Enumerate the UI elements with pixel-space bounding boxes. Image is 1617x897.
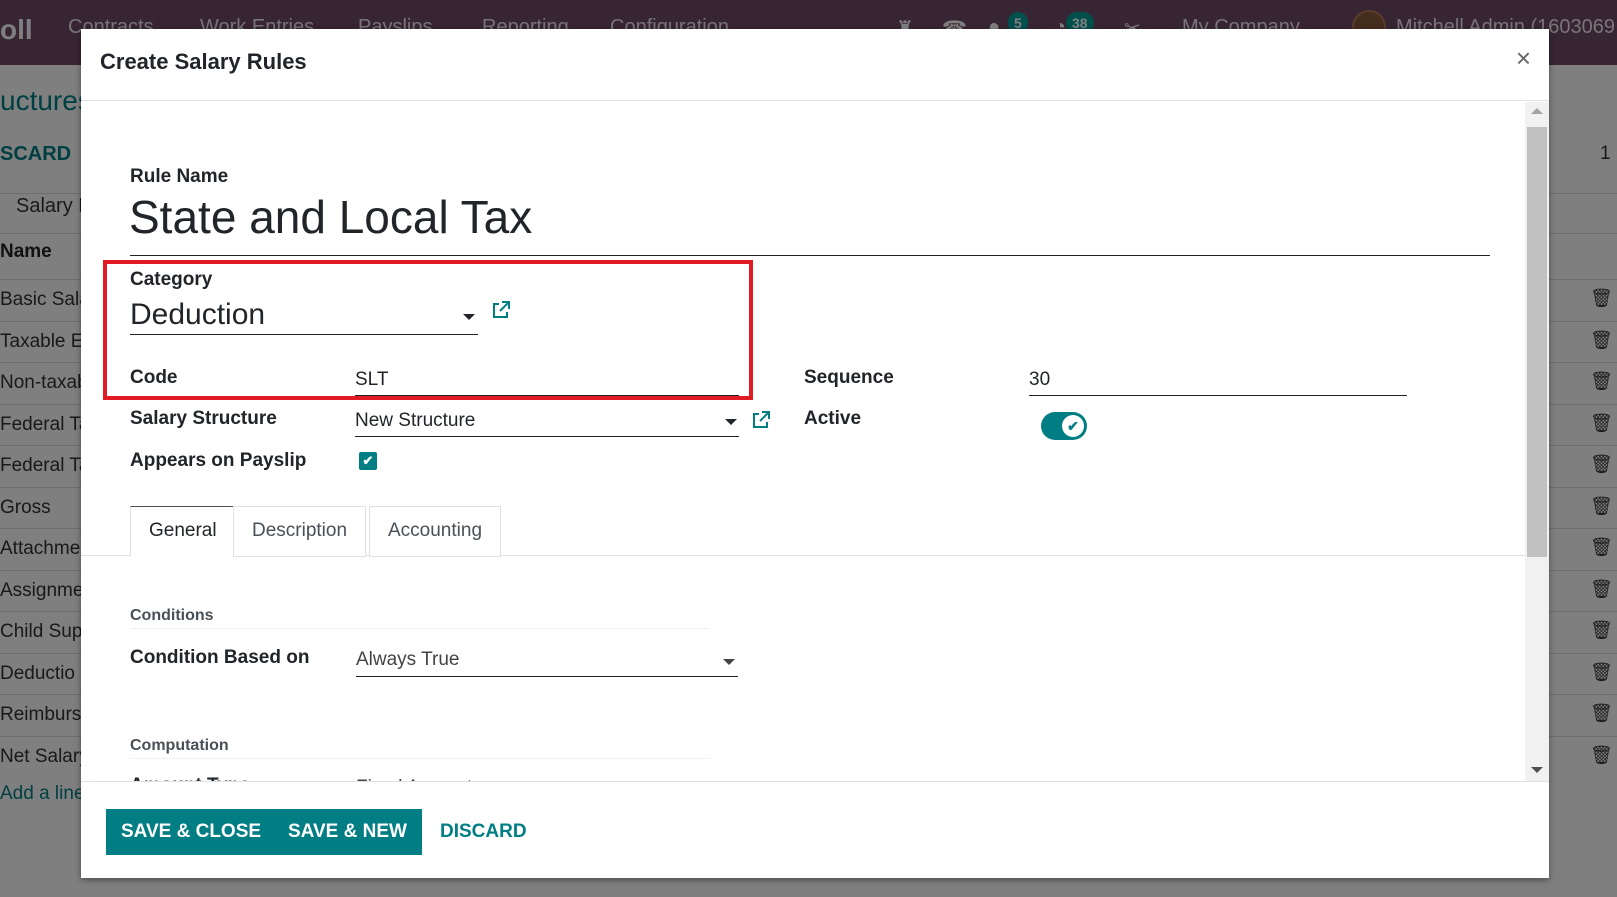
code-label: Code [130,367,178,388]
category-label: Category [130,269,213,290]
active-toggle[interactable]: ✔ [1041,412,1087,440]
close-icon[interactable]: × [1516,45,1531,71]
scroll-down-arrow-icon[interactable] [1531,767,1543,773]
modal-scrollbar[interactable] [1525,102,1549,781]
code-underline [355,395,739,396]
appears-on-payslip-checkbox[interactable]: ✔ [359,452,377,470]
check-icon: ✔ [1062,415,1084,437]
category-external-link-icon[interactable] [491,300,511,320]
rule-name-input[interactable]: State and Local Tax [129,190,532,244]
code-input[interactable]: SLT [355,369,388,391]
condition-dropdown-caret-icon[interactable] [723,659,735,665]
modal-footer: SAVE & CLOSE SAVE & NEW DISCARD [81,781,1549,878]
category-dropdown-caret-icon[interactable] [463,314,475,320]
discard-button[interactable]: DISCARD [425,809,542,855]
notebook-tabs: General Description Accounting [81,506,1525,557]
active-label: Active [804,408,862,429]
section-separator [130,628,710,629]
scroll-up-arrow-icon[interactable] [1531,108,1543,114]
conditions-section-title: Conditions [130,607,214,624]
modal-title: Create Salary Rules [100,49,307,74]
computation-section-title: Computation [130,737,229,754]
save-and-new-button[interactable]: SAVE & NEW [273,809,422,855]
category-select[interactable]: Deduction [130,298,265,332]
rule-name-underline [130,255,1490,256]
modal-body: Rule Name State and Local Tax Category D… [81,102,1549,781]
sequence-underline [1029,395,1407,396]
salary-structure-dropdown-caret-icon[interactable] [725,419,737,425]
category-underline [130,334,478,335]
salary-structure-select[interactable]: New Structure [355,410,475,432]
tab-general[interactable]: General [130,506,236,557]
appears-on-payslip-label: Appears on Payslip [130,450,307,471]
save-and-close-button[interactable]: SAVE & CLOSE [106,809,277,855]
salary-structure-external-link-icon[interactable] [751,410,771,430]
sequence-input[interactable]: 30 [1029,369,1050,391]
scrollbar-thumb[interactable] [1527,127,1547,557]
modal-header: Create Salary Rules × [81,29,1549,101]
condition-based-on-select[interactable]: Always True [356,649,459,671]
salary-structure-label: Salary Structure [130,408,277,429]
rule-name-label: Rule Name [130,166,229,187]
condition-based-on-label: Condition Based on [130,647,310,668]
sequence-label: Sequence [804,367,894,388]
create-salary-rules-dialog: Create Salary Rules × Rule Name State an… [81,29,1549,878]
condition-underline [356,676,738,677]
tab-accounting[interactable]: Accounting [369,506,502,557]
tab-description[interactable]: Description [233,506,367,557]
section-separator [130,758,710,759]
salary-structure-underline [355,436,739,437]
